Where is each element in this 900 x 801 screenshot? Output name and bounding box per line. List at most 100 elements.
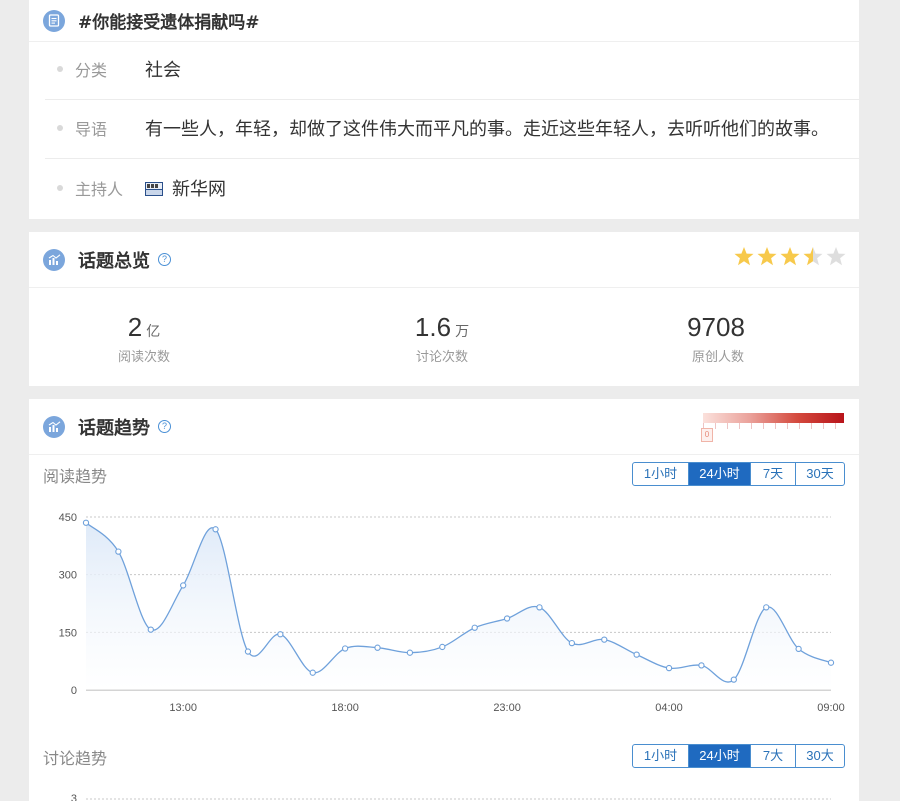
star-icon — [757, 247, 777, 266]
read-trend-chart: 0 150 300 450 13:00 18:00 23:00 04:00 09:00 — [59, 512, 845, 714]
data-point[interactable] — [601, 636, 608, 643]
y-tick-label: 0 — [71, 685, 77, 697]
bullet-icon — [57, 125, 63, 131]
data-point[interactable] — [82, 519, 90, 526]
rating-stars — [733, 246, 847, 267]
data-point[interactable] — [212, 526, 219, 533]
tab-1h[interactable]: 1小时 — [633, 463, 689, 485]
heat-marker[interactable]: 0 — [701, 428, 713, 442]
y-tick-label: 3 — [71, 793, 77, 801]
topic-info-card: #你能接受遗体捐献吗# 分类 社会 导语 有一些人，年轻，却做了这件伟大而平凡的… — [29, 0, 859, 219]
discuss-trend-title: 讨论趋势 — [43, 749, 108, 768]
data-point[interactable] — [147, 626, 154, 633]
help-icon[interactable]: ? — [158, 253, 171, 266]
data-point[interactable] — [341, 645, 349, 652]
topic-title: #你能接受遗体捐献吗# — [78, 13, 260, 33]
overview-header: 话题总览 ? — [29, 232, 859, 288]
bullet-icon — [57, 66, 63, 72]
data-point[interactable] — [471, 624, 478, 631]
data-point[interactable] — [568, 639, 576, 647]
topic-header: #你能接受遗体捐献吗# — [29, 0, 859, 42]
bullet-icon — [57, 185, 63, 191]
data-point[interactable] — [503, 615, 511, 622]
tab-1h[interactable]: 1小时 — [633, 745, 689, 767]
chart-icon — [43, 415, 65, 438]
category-value[interactable]: 社会 — [145, 56, 181, 82]
star-icon — [826, 247, 846, 266]
topic-trend-card: 话题趋势 ? 0 阅读趋势 1小时 24小时 7天 30天 0 150 300 450… — [29, 399, 859, 801]
y-tick-label: 300 — [59, 570, 77, 582]
data-point[interactable] — [536, 604, 543, 611]
intro-label: 导语 — [75, 120, 108, 139]
stat-value: 1.6 — [414, 312, 452, 342]
data-point[interactable] — [244, 648, 252, 655]
data-point[interactable] — [633, 651, 640, 658]
stat-value: 9708 — [687, 312, 745, 342]
data-point[interactable] — [730, 676, 737, 683]
star-icon — [780, 247, 800, 266]
tab-7d[interactable]: 7天 — [751, 463, 796, 485]
x-tick-label: 09:00 — [817, 702, 845, 714]
y-tick-label: 150 — [59, 627, 77, 639]
heat-gradient-bar — [703, 413, 844, 423]
data-point[interactable] — [115, 548, 122, 555]
heat-ticks — [703, 423, 844, 429]
stat-caption: 阅读次数 — [117, 350, 170, 365]
x-tick-label: 23:00 — [493, 702, 521, 714]
tab-24h[interactable]: 24小时 — [689, 463, 751, 485]
data-point[interactable] — [277, 631, 284, 638]
star-icon — [803, 247, 823, 266]
trend-header: 话题趋势 ? 0 — [29, 399, 859, 455]
tab-7d[interactable]: 7大 — [751, 745, 796, 767]
data-point[interactable] — [795, 645, 802, 653]
stat-read: 2亿 阅读次数 — [44, 312, 244, 365]
data-point[interactable] — [665, 664, 673, 672]
data-point[interactable] — [374, 644, 381, 651]
read-trend-title: 阅读趋势 — [43, 467, 108, 486]
host-label: 主持人 — [75, 180, 124, 199]
discuss-range-tabs: 1小时 24小时 7大 30大 — [632, 744, 845, 768]
tab-30d[interactable]: 30大 — [796, 745, 844, 767]
x-tick-label: 18:00 — [331, 702, 359, 714]
topic-overview-card: 话题总览 ? 2亿 阅读次数 1.6 万 讨论次数 9708 原创人数 — [29, 232, 859, 386]
data-point[interactable] — [406, 649, 414, 656]
data-point[interactable] — [309, 669, 316, 676]
data-point[interactable] — [763, 604, 770, 611]
document-icon — [43, 9, 65, 32]
category-label: 分类 — [75, 61, 108, 80]
stat-unit: 亿 — [146, 324, 161, 340]
heat-legend: 0 — [701, 413, 844, 442]
trend-title: 话题趋势 — [78, 417, 150, 439]
stat-original: 9708 原创人数 — [618, 312, 818, 365]
overview-title: 话题总览 — [78, 250, 150, 272]
x-tick-label: 04:00 — [655, 702, 683, 714]
stat-unit: 万 — [455, 324, 470, 340]
intro-row: 导语 有一些人，年轻，却做了这件伟大而平凡的事。走近这些年轻人，去听听他们的故事… — [45, 115, 859, 141]
tab-30d[interactable]: 30天 — [796, 463, 844, 485]
host-row: 主持人 新华网 — [45, 175, 859, 201]
intro-text: 有一些人，年轻，却做了这件伟大而平凡的事。走近这些年轻人，去听听他们的故事。 — [145, 119, 829, 140]
chart-icon — [43, 248, 65, 271]
x-tick-label: 13:00 — [169, 702, 197, 714]
host-name: 新华网 — [172, 179, 226, 200]
divider — [45, 99, 859, 100]
area-fill — [86, 522, 831, 690]
divider — [45, 158, 859, 159]
y-tick-label: 450 — [59, 512, 77, 524]
data-point[interactable] — [698, 662, 705, 669]
data-point[interactable] — [439, 643, 446, 651]
data-point[interactable] — [827, 659, 835, 666]
read-range-tabs: 1小时 24小时 7天 30天 — [632, 462, 845, 486]
data-point[interactable] — [180, 582, 187, 589]
tab-24h[interactable]: 24小时 — [689, 745, 751, 767]
stat-discuss: 1.6 万 讨论次数 — [342, 312, 542, 365]
discuss-trend-chart: 3 — [71, 793, 831, 801]
stat-caption: 讨论次数 — [415, 350, 468, 365]
stat-value: 2 — [127, 312, 143, 342]
host-link[interactable]: 新华网 — [145, 175, 226, 201]
category-row: 分类 社会 — [45, 56, 859, 82]
help-icon[interactable]: ? — [158, 420, 171, 433]
stat-caption: 原创人数 — [691, 350, 744, 365]
host-avatar-icon — [145, 180, 163, 196]
star-icon — [734, 247, 754, 266]
